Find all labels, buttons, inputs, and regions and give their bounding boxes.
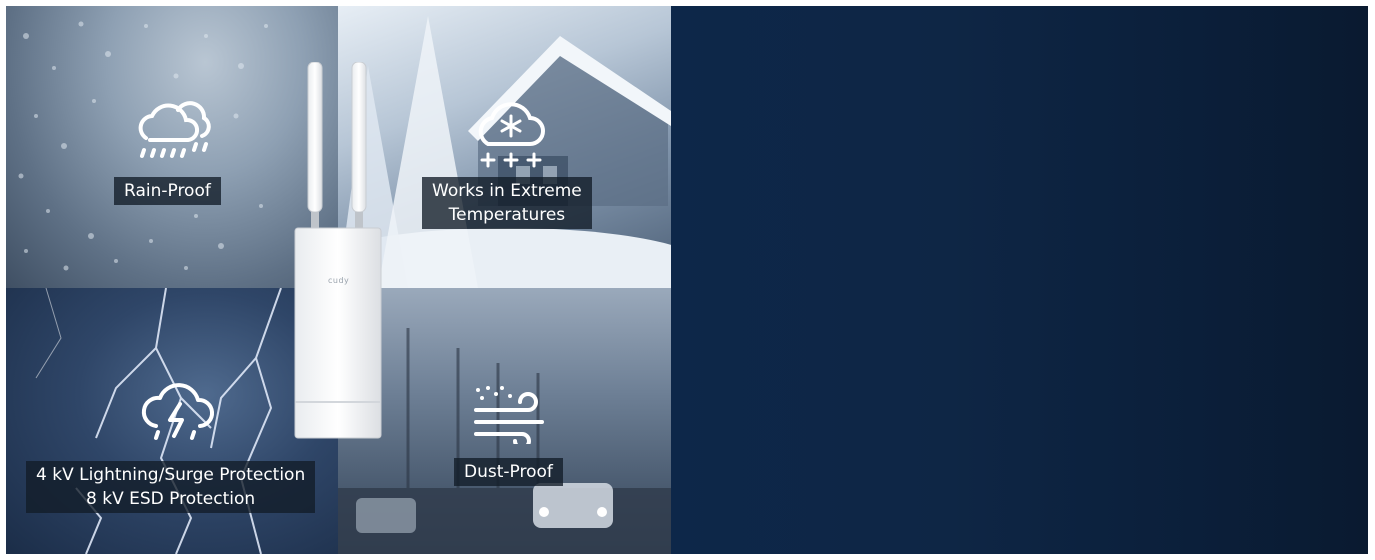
feature-grid: Rain-Proof Works in Extreme Temperatures… xyxy=(6,6,671,554)
extreme-temperature-label: Works in Extreme Temperatures xyxy=(422,177,592,229)
banner-frame: Rain-Proof Works in Extreme Temperatures… xyxy=(6,6,1368,554)
rain-proof-panel: Rain-Proof xyxy=(6,6,338,288)
dust-proof-panel: Dust-Proof xyxy=(338,288,671,554)
lightning-cloud-icon xyxy=(141,383,214,440)
lightning-protection-panel: 4 kV Lightning/Surge Protection 8 kV ESD… xyxy=(6,288,338,554)
dust-proof-text: Dust-Proof xyxy=(464,462,553,482)
rain-proof-label: Rain-Proof xyxy=(114,177,221,205)
rain-proof-text: Rain-Proof xyxy=(124,181,211,201)
outdoor-access-point-device xyxy=(294,62,382,439)
device-brand-logo: cudy xyxy=(328,276,350,285)
extreme-temperature-line1: Works in Extreme xyxy=(432,181,582,201)
extreme-temperature-panel: Works in Extreme Temperatures xyxy=(338,6,671,288)
dark-blue-background-panel xyxy=(671,6,1368,554)
snow-cloud-icon xyxy=(478,102,545,168)
wind-dust-icon xyxy=(474,386,544,444)
lightning-surge-text: 4 kV Lightning/Surge Protection xyxy=(36,465,306,485)
extreme-temperature-line2: Temperatures xyxy=(448,205,566,225)
esd-protection-text: 8 kV ESD Protection xyxy=(86,489,256,509)
lightning-protection-label: 4 kV Lightning/Surge Protection 8 kV ESD… xyxy=(26,461,316,513)
dust-proof-label: Dust-Proof xyxy=(454,458,563,486)
rain-cloud-icon xyxy=(138,101,211,158)
